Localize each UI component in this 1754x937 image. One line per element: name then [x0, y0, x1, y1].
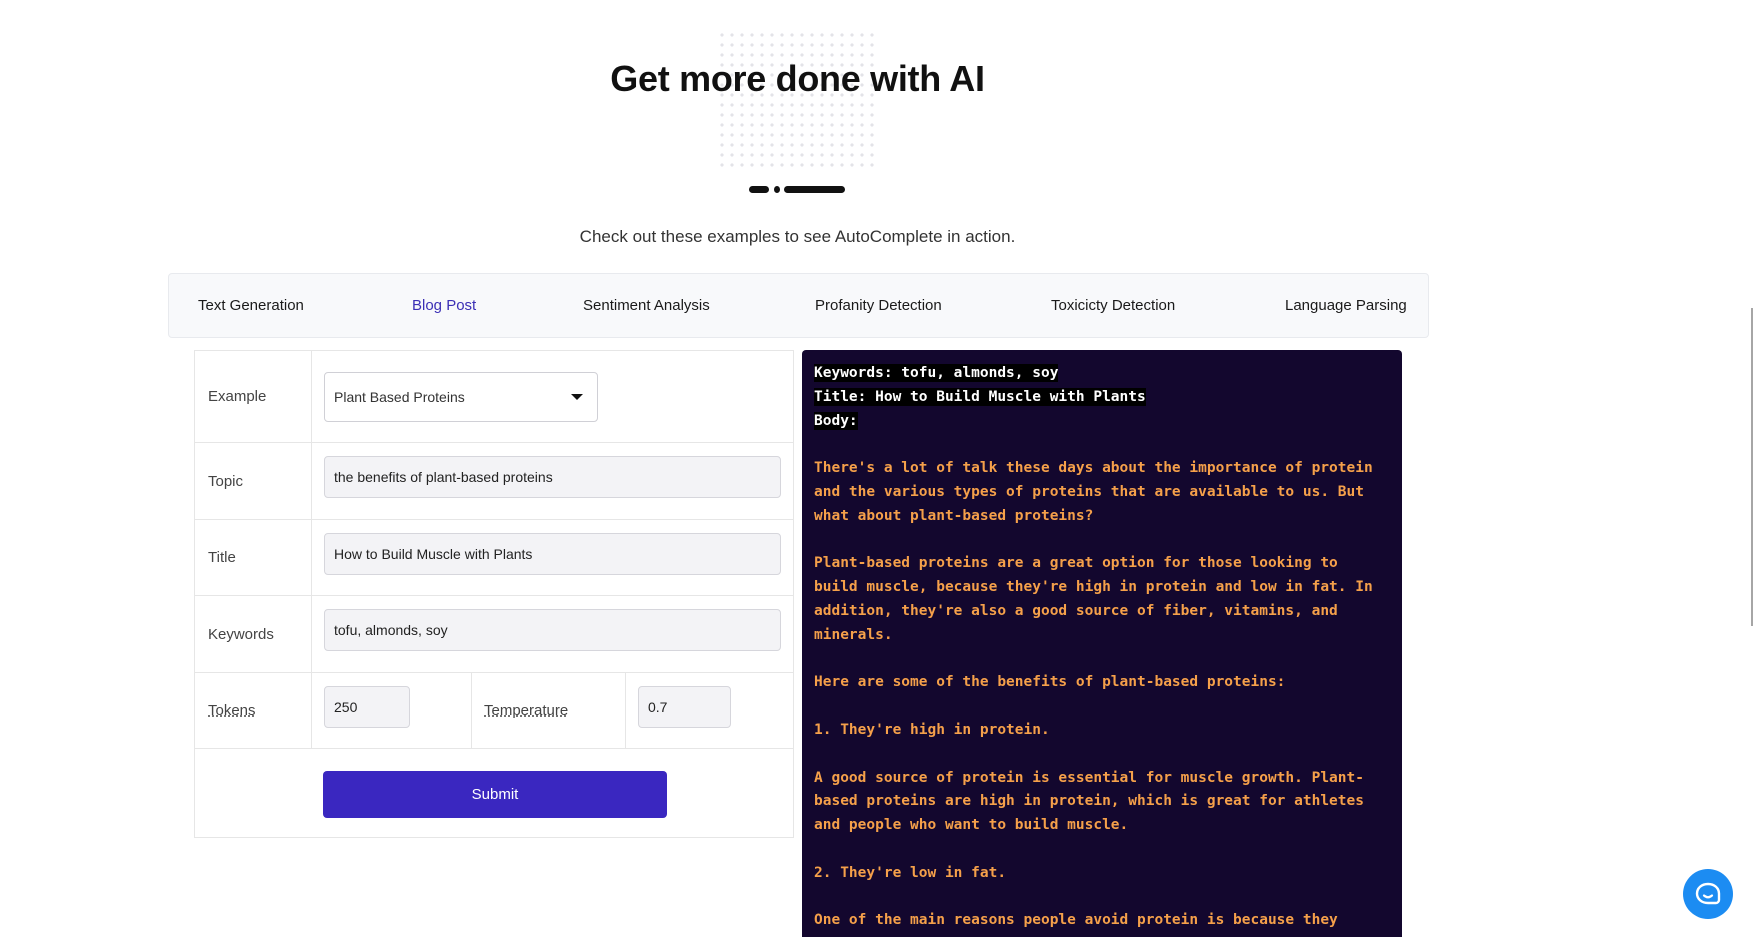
dot-pattern-decoration [717, 30, 877, 170]
title-label: Title [195, 520, 312, 595]
title-input[interactable]: How to Build Muscle with Plants [324, 533, 781, 575]
tokens-label: Tokens [195, 673, 312, 748]
divider-dot [774, 186, 780, 193]
prompt-line: Title: How to Build Muscle with Plants [814, 387, 1146, 406]
tab-sentiment-analysis[interactable]: Sentiment Analysis [583, 274, 710, 337]
divider-segment [749, 186, 769, 193]
example-tabs: Text Generation Blog Post Sentiment Anal… [168, 273, 1429, 338]
example-select-value: Plant Based Proteins [334, 389, 465, 405]
tab-blog-post[interactable]: Blog Post [412, 274, 476, 337]
temperature-label: Temperature [484, 702, 569, 719]
keywords-label: Keywords [195, 596, 312, 672]
topic-input[interactable]: the benefits of plant-based proteins [324, 456, 781, 498]
chevron-down-icon [571, 394, 583, 400]
parameters-row: Tokens 250 Temperature 0.7 [195, 673, 793, 749]
generated-text: There's a lot of talk these days about t… [814, 460, 1373, 929]
page-scrollbar[interactable] [1751, 308, 1753, 626]
output-panel: Keywords: tofu, almonds, soy Title: How … [802, 350, 1402, 937]
prompt-line: Body: [814, 411, 858, 430]
example-label: Example [195, 351, 312, 442]
keywords-row: Keywords tofu, almonds, soy [195, 596, 793, 673]
page-subtitle: Check out these examples to see AutoComp… [579, 227, 1016, 246]
blog-post-form: Example Plant Based Proteins Topic the b… [194, 350, 794, 838]
divider-segment [784, 186, 845, 193]
tab-profanity-detection[interactable]: Profanity Detection [815, 274, 942, 337]
temperature-input[interactable]: 0.7 [638, 686, 731, 728]
title-row: Title How to Build Muscle with Plants [195, 520, 793, 596]
cell-divider [471, 673, 472, 748]
cell-divider [625, 673, 626, 748]
prompt-line: Keywords: tofu, almonds, soy [814, 364, 1059, 382]
example-select[interactable]: Plant Based Proteins [324, 372, 598, 422]
example-row: Example Plant Based Proteins [195, 351, 793, 443]
topic-row: Topic the benefits of plant-based protei… [195, 443, 793, 520]
topic-label: Topic [195, 443, 312, 519]
chat-bubble-icon [1695, 882, 1721, 905]
submit-button[interactable]: Submit [323, 771, 667, 818]
tokens-input[interactable]: 250 [324, 686, 410, 728]
page-title: Get more done with AI [610, 58, 985, 99]
keywords-input[interactable]: tofu, almonds, soy [324, 609, 781, 651]
chat-button[interactable] [1683, 869, 1733, 919]
tab-language-parsing[interactable]: Language Parsing [1285, 274, 1407, 337]
tab-toxicity-detection[interactable]: Toxicicty Detection [1051, 274, 1175, 337]
tab-text-generation[interactable]: Text Generation [198, 274, 304, 337]
